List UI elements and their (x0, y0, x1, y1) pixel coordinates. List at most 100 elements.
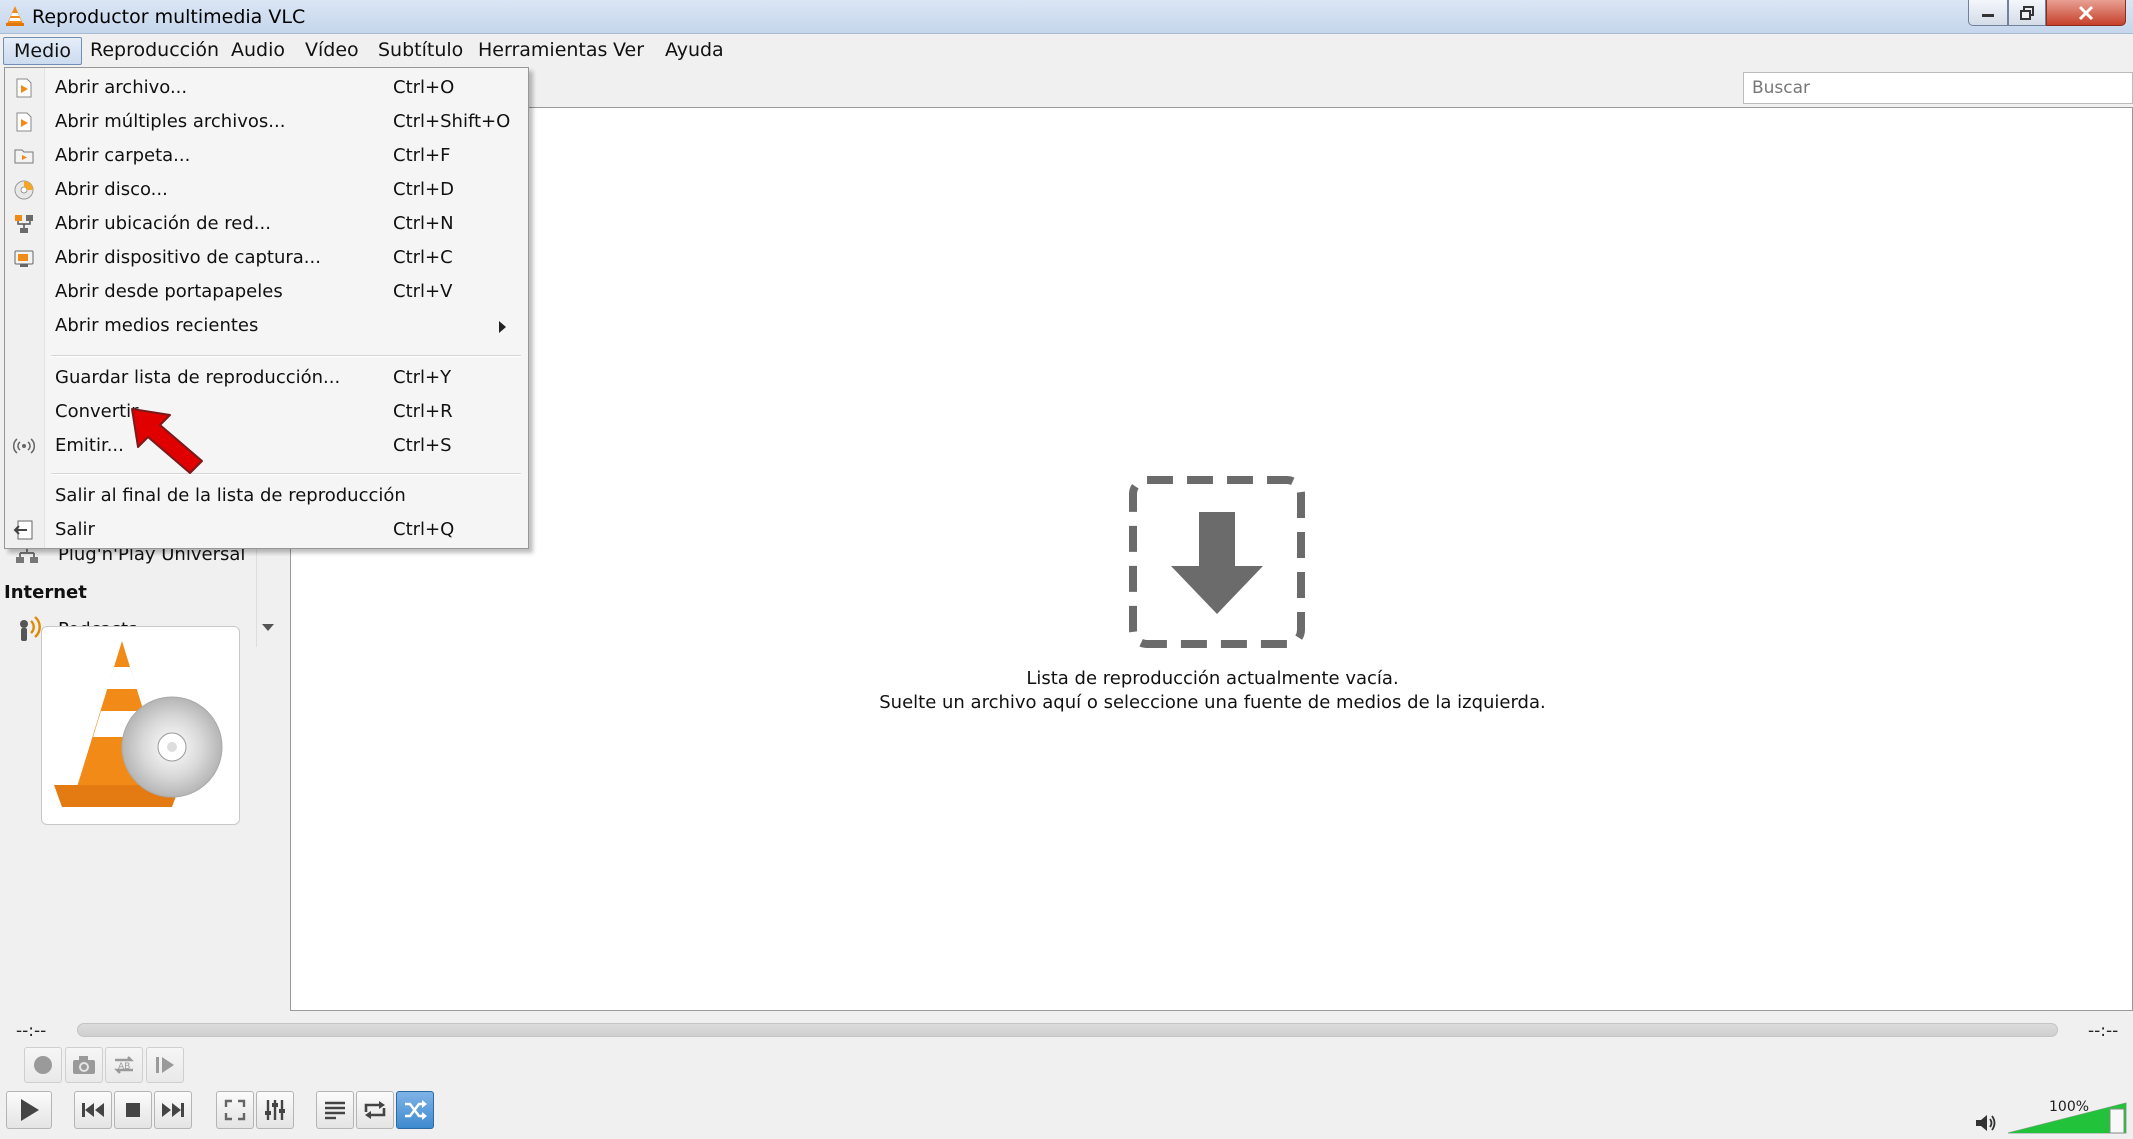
shuffle-icon (405, 1100, 427, 1120)
play-button[interactable] (6, 1091, 52, 1129)
skip-forward-icon (162, 1103, 184, 1117)
menu-item-open-file[interactable]: Abrir archivo... Ctrl+O (5, 71, 528, 105)
fullscreen-button[interactable] (216, 1091, 254, 1129)
minimize-icon (1982, 13, 1994, 17)
ab-loop-button[interactable]: AB (105, 1047, 143, 1083)
annotation-arrow-icon (131, 408, 203, 474)
exit-icon (13, 520, 33, 540)
menu-reproduccion[interactable]: Reproducción (80, 37, 229, 65)
menu-item-save-playlist[interactable]: Guardar lista de reproducción... Ctrl+Y (5, 361, 528, 395)
repeat-icon (364, 1101, 386, 1119)
playlist-icon (325, 1101, 345, 1120)
capture-device-icon (14, 250, 34, 267)
network-icon (15, 215, 33, 233)
menu-subtitulo[interactable]: Subtítulo (368, 37, 473, 65)
menu-item-quit-at-end[interactable]: Salir al final de la lista de reproducci… (5, 479, 528, 513)
menu-bar: Medio Reproducción Audio Vídeo Subtítulo… (0, 34, 2133, 67)
skip-back-icon (82, 1103, 104, 1117)
open-file-icon (16, 78, 32, 98)
restore-icon (2020, 5, 2034, 20)
playlist-area[interactable]: Lista de reproducción actualmente vacía.… (290, 107, 2133, 1011)
remaining-time: --:-- (2088, 1021, 2119, 1041)
menu-item-label: Abrir desde portapapeles (55, 281, 283, 302)
shuffle-button[interactable] (396, 1091, 434, 1129)
next-button[interactable] (154, 1091, 192, 1129)
loop-button[interactable] (356, 1091, 394, 1129)
menu-item-shortcut: Ctrl+S (393, 435, 452, 456)
elapsed-time: --:-- (16, 1021, 47, 1041)
menu-item-recent-media[interactable]: Abrir medios recientes (5, 309, 528, 343)
close-button[interactable] (2046, 0, 2126, 26)
menu-item-label: Salir (55, 519, 95, 540)
open-multiple-icon (16, 112, 32, 132)
menu-item-label: Guardar lista de reproducción... (55, 367, 341, 388)
menu-item-convert[interactable]: Convertir Ctrl+R (5, 395, 528, 429)
album-art (41, 626, 240, 825)
svg-text:AB: AB (118, 1062, 130, 1072)
menu-item-label: Abrir medios recientes (55, 315, 259, 336)
equalizer-icon (265, 1100, 285, 1120)
menu-ver[interactable]: Ver (603, 37, 654, 65)
menu-item-open-network[interactable]: Abrir ubicación de red... Ctrl+N (5, 207, 528, 241)
minimize-button[interactable] (1968, 0, 2008, 26)
ab-loop-icon: AB (114, 1056, 134, 1074)
menu-audio[interactable]: Audio (221, 37, 295, 65)
menu-medio[interactable]: Medio (3, 37, 83, 65)
menu-item-label: Abrir archivo... (55, 77, 188, 98)
menu-item-quit[interactable]: Salir Ctrl+Q (5, 513, 528, 547)
menu-item-shortcut: Ctrl+R (393, 401, 453, 422)
menu-item-label: Emitir... (55, 435, 124, 456)
menu-item-open-clipboard[interactable]: Abrir desde portapapeles Ctrl+V (5, 275, 528, 309)
podcast-icon (20, 616, 41, 641)
snapshot-button[interactable] (65, 1047, 103, 1083)
drop-download-icon (1129, 476, 1305, 648)
menu-item-open-capture[interactable]: Abrir dispositivo de captura... Ctrl+C (5, 241, 528, 275)
title-bar: Reproductor multimedia VLC (0, 0, 2133, 34)
menu-item-label: Abrir múltiples archivos... (55, 111, 286, 132)
menu-item-open-folder[interactable]: Abrir carpeta... Ctrl+F (5, 139, 528, 173)
playlist-button[interactable] (316, 1091, 354, 1129)
menu-item-shortcut: Ctrl+Shift+O (393, 111, 511, 132)
search-input[interactable] (1743, 72, 2133, 104)
extended-settings-button[interactable] (256, 1091, 294, 1129)
menu-item-label: Abrir carpeta... (55, 145, 191, 166)
menu-video[interactable]: Vídeo (295, 37, 369, 65)
close-icon (2078, 5, 2094, 20)
menu-item-label: Abrir disco... (55, 179, 168, 200)
menu-item-shortcut: Ctrl+O (393, 77, 455, 98)
volume-slider[interactable] (2006, 1101, 2130, 1135)
menu-ayuda[interactable]: Ayuda (655, 37, 734, 65)
playlist-toolbar (290, 67, 2133, 107)
vlc-cone-disc-icon (54, 641, 223, 807)
stream-icon (13, 438, 35, 454)
frame-step-icon (156, 1057, 174, 1073)
open-folder-icon (14, 149, 34, 164)
fullscreen-icon (224, 1099, 246, 1121)
speaker-icon[interactable] (1974, 1112, 1998, 1134)
menu-item-open-disc[interactable]: Abrir disco... Ctrl+D (5, 173, 528, 207)
menu-separator (51, 473, 521, 475)
previous-button[interactable] (74, 1091, 112, 1129)
menu-item-shortcut: Ctrl+V (393, 281, 453, 302)
menu-item-shortcut: Ctrl+Q (393, 519, 455, 540)
vlc-cone-icon (6, 6, 24, 26)
menu-item-label: Salir al final de la lista de reproducci… (55, 485, 406, 506)
frame-step-button[interactable] (146, 1047, 184, 1083)
record-button[interactable] (24, 1047, 62, 1083)
volume-handle[interactable] (2109, 1108, 2125, 1134)
menu-item-shortcut: Ctrl+C (393, 247, 453, 268)
menu-item-stream[interactable]: Emitir... Ctrl+S (5, 429, 528, 463)
menu-item-shortcut: Ctrl+F (393, 145, 451, 166)
menu-item-shortcut: Ctrl+N (393, 213, 454, 234)
sidebar-heading-internet: Internet (4, 582, 87, 603)
seek-slider[interactable] (77, 1023, 2058, 1037)
menu-item-shortcut: Ctrl+Y (393, 367, 452, 388)
restore-button[interactable] (2008, 0, 2046, 26)
stop-button[interactable] (114, 1091, 152, 1129)
menu-herramientas[interactable]: Herramientas (468, 37, 617, 65)
menu-item-label: Abrir dispositivo de captura... (55, 247, 321, 268)
menu-item-open-multiple[interactable]: Abrir múltiples archivos... Ctrl+Shift+O (5, 105, 528, 139)
camera-icon (73, 1056, 95, 1074)
chevron-down-icon[interactable] (262, 624, 274, 631)
menu-item-label: Convertir (55, 401, 139, 422)
